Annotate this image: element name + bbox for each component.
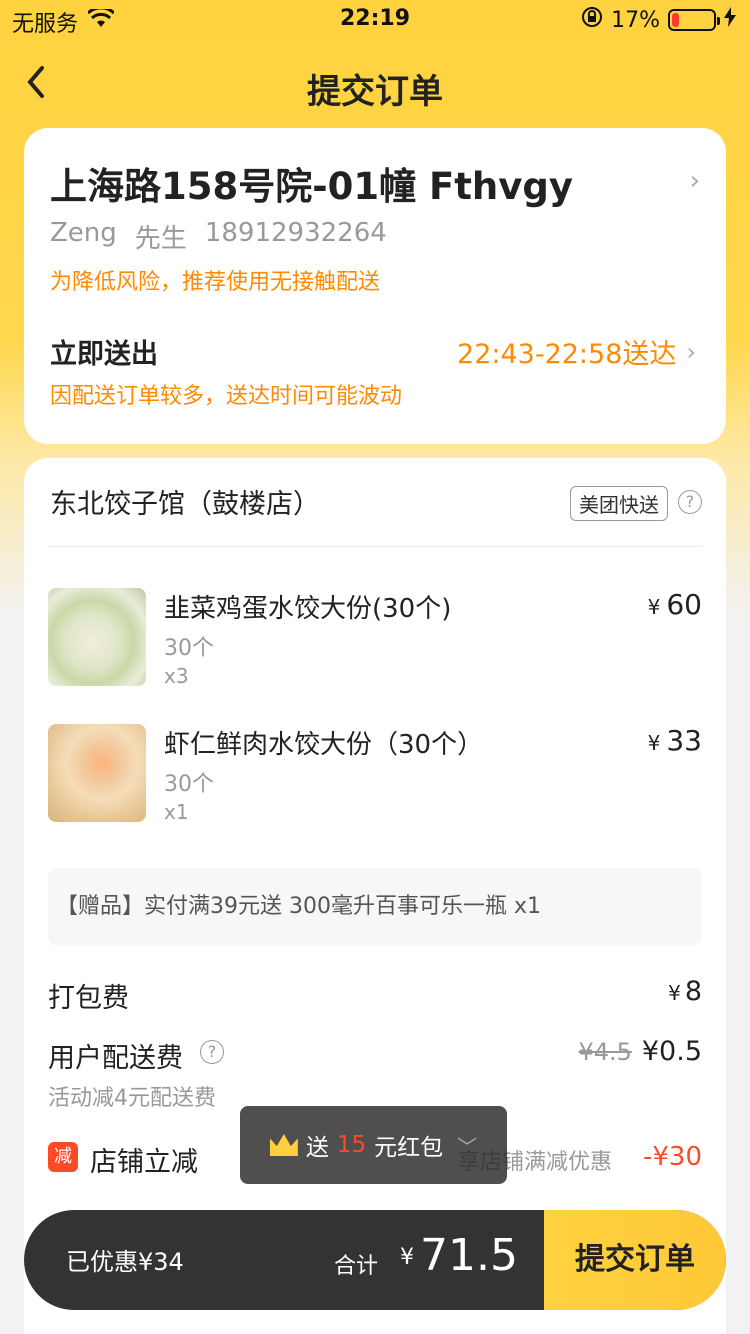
item-price: ¥33 — [648, 724, 702, 757]
currency-symbol: ¥ — [668, 981, 681, 1005]
charging-icon — [724, 7, 736, 33]
checkout-bar: 已优惠¥34 合计 ¥71.5 提交订单 — [24, 1210, 726, 1310]
contactless-tip: 为降低风险，推荐使用无接触配送 — [50, 270, 381, 295]
packing-fee-amount: 8 — [684, 976, 702, 1007]
delivery-fee-discount: 活动减4元配送费 — [48, 1086, 216, 1111]
item-spec: 30个 — [164, 636, 214, 661]
red-packet-toast[interactable]: 送 15 元红包 ﹀ — [240, 1106, 507, 1184]
contact-info: Zeng 先生 18912932264 — [50, 218, 387, 255]
list-item: 虾仁鲜肉水饺大份（30个） 30个 x1 ¥33 — [48, 724, 702, 834]
contact-title: 先生 — [134, 224, 187, 254]
item-name: 虾仁鲜肉水饺大份（30个） — [164, 730, 484, 760]
submit-order-button[interactable]: 提交订单 — [544, 1210, 726, 1310]
item-quantity: x3 — [164, 664, 189, 688]
total-value: ¥71.5 — [400, 1230, 518, 1281]
status-right: 17% — [581, 6, 736, 34]
saved-amount: 已优惠¥34 — [66, 1248, 184, 1276]
chevron-right-icon[interactable]: › — [690, 166, 700, 196]
total-amount: 71.5 — [420, 1230, 518, 1281]
price-value: 60 — [666, 588, 702, 621]
delivery-fee-amount: ¥0.5 — [641, 1036, 702, 1067]
packing-fee-label: 打包费 — [48, 983, 129, 1014]
rotation-lock-icon — [581, 6, 603, 34]
delivery-fee-value: ¥4.5 ¥0.5 — [578, 1036, 702, 1067]
price-value: 33 — [666, 724, 702, 757]
item-price: ¥60 — [648, 588, 702, 621]
shop-name[interactable]: 东北饺子馆（鼓楼店） — [50, 482, 320, 521]
shop-discount-label: 店铺立减 — [90, 1147, 198, 1178]
packing-fee-value: ¥8 — [668, 976, 702, 1007]
list-item: 韭菜鸡蛋水饺大份(30个) 30个 x3 ¥60 — [48, 588, 702, 698]
shop-discount-value: -¥30 — [642, 1142, 702, 1172]
divider — [48, 546, 702, 547]
crown-icon — [269, 1134, 298, 1156]
toast-suffix: 元红包 — [374, 1135, 444, 1161]
item-name: 韭菜鸡蛋水饺大份(30个) — [164, 594, 452, 624]
discount-badge: 减 — [48, 1142, 78, 1172]
currency-symbol: ¥ — [647, 731, 661, 755]
total-label: 合计 — [334, 1254, 379, 1279]
battery-percent: 17% — [611, 7, 660, 33]
contact-phone: 18912932264 — [204, 218, 387, 248]
delivery-tag: 美团快送 — [570, 486, 668, 521]
toast-prefix: 送 — [305, 1135, 329, 1161]
item-spec: 30个 — [164, 772, 214, 797]
address-card[interactable]: 上海路158号院-01幢 Fthvgy › Zeng 先生 1891293226… — [24, 128, 726, 444]
item-thumbnail — [48, 588, 146, 686]
gift-info: 【赠品】实付满39元送 300毫升百事可乐一瓶 x1 — [48, 868, 702, 946]
chevron-right-icon: › — [686, 337, 696, 366]
toast-amount: 15 — [336, 1132, 367, 1158]
help-icon[interactable]: ? — [678, 490, 702, 514]
page-title: 提交订单 — [307, 72, 443, 112]
currency-symbol: ¥ — [647, 595, 661, 619]
status-bar: 无服务 22:19 17% — [0, 0, 750, 40]
item-quantity: x1 — [164, 800, 189, 824]
deliver-label: 立即送出 — [50, 339, 158, 370]
contact-name: Zeng — [50, 218, 117, 248]
currency-symbol: ¥ — [400, 1245, 414, 1270]
original-price: ¥4.5 — [578, 1038, 632, 1066]
battery-icon — [668, 9, 720, 31]
deliver-time-selector[interactable]: 22:43-22:58送达 › — [457, 332, 696, 371]
order-card: 东北饺子馆（鼓楼店） 美团快送 ? 韭菜鸡蛋水饺大份(30个) 30个 x3 ¥… — [24, 458, 726, 1334]
item-thumbnail — [48, 724, 146, 822]
delivery-fee-label: 用户配送费 — [48, 1043, 183, 1074]
battery-level-fill — [672, 13, 679, 27]
deliver-time-text: 22:43-22:58送达 — [457, 339, 677, 370]
nav-bar: 提交订单 — [0, 56, 750, 112]
help-icon[interactable]: ? — [200, 1040, 224, 1064]
deliver-time-tip: 因配送订单较多，送达时间可能波动 — [50, 384, 403, 409]
address-line[interactable]: 上海路158号院-01幢 Fthvgy — [50, 156, 573, 210]
chevron-down-icon: ﹀ — [457, 1134, 478, 1159]
